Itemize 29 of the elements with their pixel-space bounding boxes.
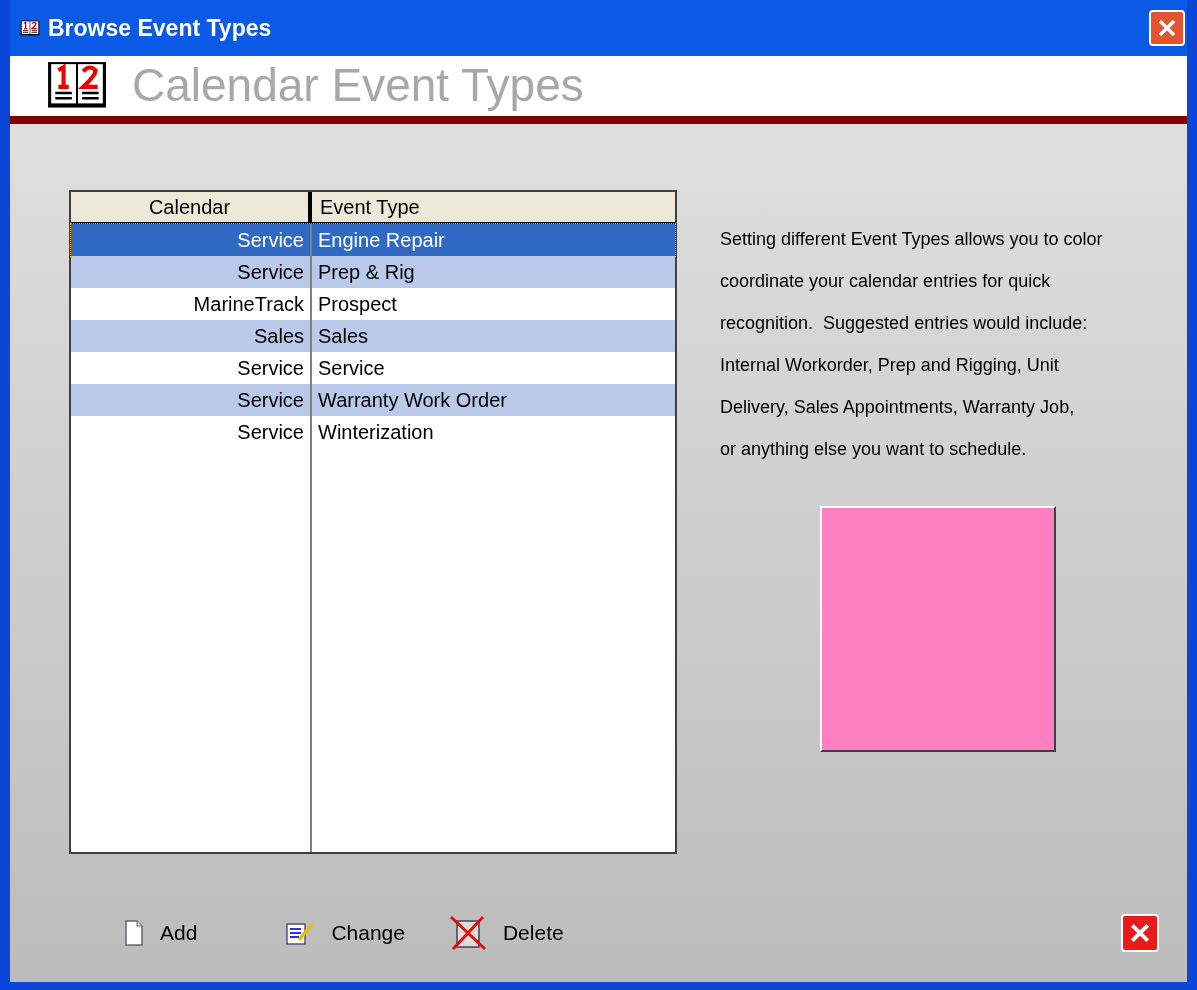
add-button[interactable]: Add: [124, 917, 198, 949]
document-icon: [124, 920, 144, 946]
table-cell-text: Prep & Rig: [317, 260, 416, 285]
table-row[interactable]: Service Prep & Rig: [71, 256, 675, 288]
delete-button[interactable]: Delete: [448, 915, 564, 951]
color-swatch[interactable]: [820, 506, 1056, 752]
window-title: Browse Event Types: [48, 13, 272, 43]
table-cell-text: Winterization: [317, 420, 435, 445]
calendar-icon: [20, 20, 40, 36]
table-row[interactable]: Service Warranty Work Order: [71, 384, 675, 416]
close-button[interactable]: [1149, 10, 1185, 46]
close-icon: [1129, 922, 1151, 944]
table-cell: Service: [71, 416, 312, 448]
edit-document-icon: [285, 920, 316, 946]
table-row[interactable]: Service Engine Repair: [71, 224, 675, 256]
change-button[interactable]: Change: [285, 917, 405, 949]
table-cell-text: Sales: [317, 324, 370, 349]
table-row[interactable]: Sales Sales: [71, 320, 675, 352]
header-title: Calendar Event Types: [132, 62, 584, 110]
table-cell-text: Warranty Work Order: [317, 388, 508, 413]
delete-icon: [448, 915, 487, 951]
table-cell-text: Engine Repair: [317, 228, 446, 253]
close-icon: [1157, 18, 1177, 38]
table-cell-text: Service: [317, 356, 386, 381]
table-cell-text: Prospect: [317, 292, 398, 317]
calendar-icon: [46, 60, 108, 110]
close-button[interactable]: [1121, 914, 1159, 952]
description-text: Setting different Event Types allows you to color coordinate your calendar entries for quick recognition. Suggested entries would include: Internal Workorder, Prep and Rigging, Unit Delivery, Sales Appointments, Warranty Job, or anything else you want to schedule.: [720, 228, 1104, 461]
column-header[interactable]: Event Type: [312, 192, 675, 222]
